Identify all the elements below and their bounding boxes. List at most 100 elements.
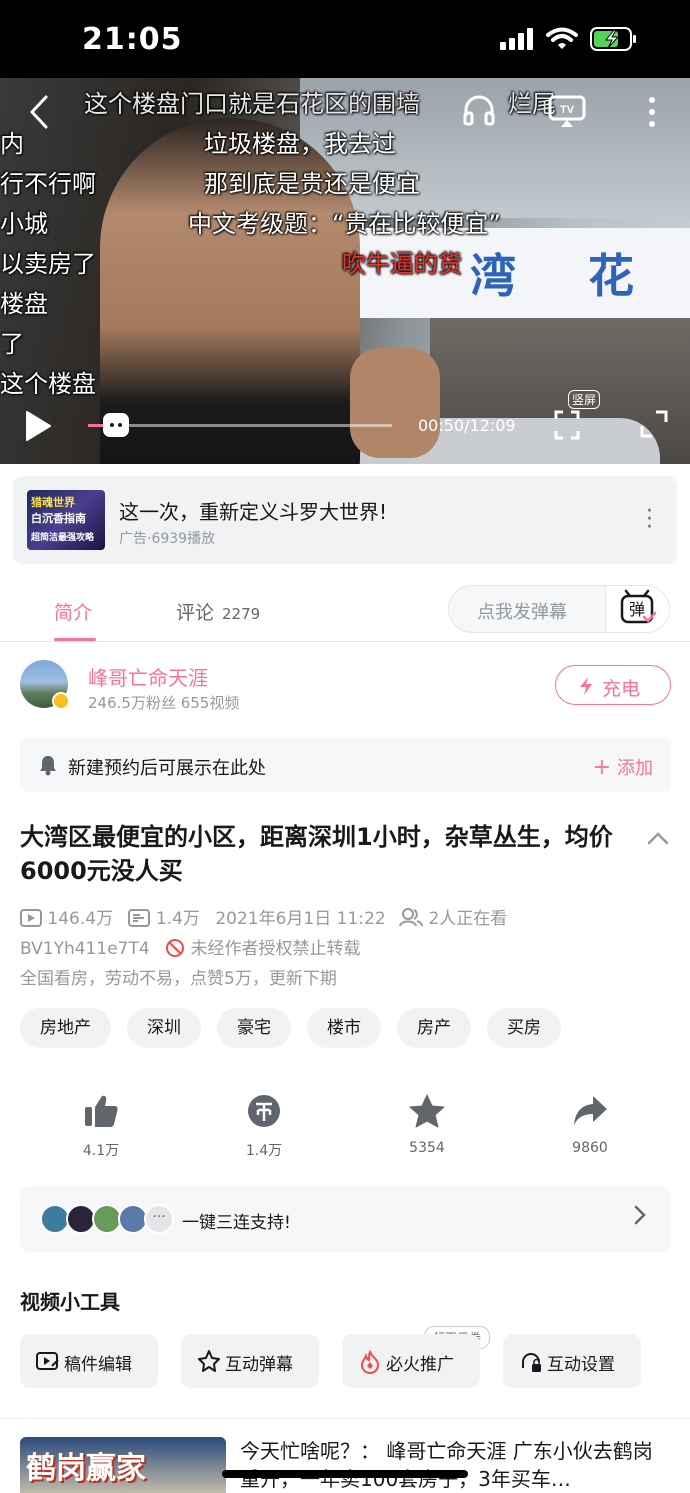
fire-icon — [360, 1350, 380, 1374]
status-time: 21:05 — [82, 22, 183, 57]
send-danmaku-button[interactable]: 点我发弹幕 弹 — [448, 585, 670, 633]
plus-icon: + — [592, 755, 611, 780]
add-label: 添加 — [617, 758, 653, 779]
recommended-thumb-text: 鹤岗赢家 — [26, 1451, 146, 1486]
wifi-icon — [546, 27, 578, 49]
tools-title: 视频小工具 — [20, 1290, 120, 1314]
publish-datetime: 2021年6月1日 11:22 — [215, 909, 386, 929]
coin-button[interactable]: 1.4万 — [214, 1094, 314, 1160]
author-stats: 246.5万粉丝 655视频 — [88, 694, 240, 712]
verified-badge-icon — [52, 692, 70, 710]
more-options-icon[interactable] — [646, 96, 658, 128]
more-avatars-icon: ··· — [144, 1204, 174, 1234]
home-indicator[interactable] — [222, 1470, 468, 1478]
tab-comments-label: 评论 — [176, 602, 215, 624]
danmaku-text: 小城 — [0, 210, 48, 238]
danmaku-toggle-icon[interactable]: 弹 — [605, 586, 669, 632]
tool-label: 稿件编辑 — [64, 1355, 132, 1375]
thumbs-up-icon — [85, 1095, 118, 1127]
tool-promotion[interactable]: 必火推广 — [342, 1334, 480, 1388]
favorite-button[interactable]: 5354 — [377, 1094, 477, 1156]
viewers-icon — [399, 908, 424, 927]
cellular-signal-icon — [500, 28, 533, 50]
tag-item[interactable]: 深圳 — [127, 1008, 201, 1048]
sign-char: 湾 — [470, 249, 516, 303]
favorite-count: 5354 — [409, 1140, 445, 1156]
danmaku-text: 中文考级题：“贵在比较便宜” — [188, 210, 501, 238]
ad-subtitle: 广告·6939播放 — [119, 531, 216, 547]
tab-comments[interactable]: 评论 2279 — [176, 598, 260, 625]
portrait-fullscreen-icon[interactable] — [554, 410, 580, 440]
play-count-icon — [20, 909, 42, 927]
video-meta-line: 146.4万 1.4万 2021年6月1日 11:22 2人正在看 — [20, 904, 507, 929]
charge-label: 充电 — [602, 678, 641, 700]
danmaku-text: 了 — [0, 330, 24, 358]
charge-button[interactable]: 充电 — [555, 665, 671, 705]
danmaku-text: 这个楼盘 — [0, 370, 96, 398]
progress-knob-tv-icon[interactable] — [102, 413, 129, 437]
no-repost-notice: 未经作者授权禁止转载 — [190, 939, 361, 959]
tab-intro[interactable]: 简介 — [54, 598, 92, 625]
danmaku-text: 楼盘 — [0, 290, 48, 318]
comment-count: 2279 — [222, 605, 261, 623]
tag-item[interactable]: 楼市 — [307, 1008, 381, 1048]
coin-icon — [248, 1095, 280, 1127]
active-tab-indicator — [54, 638, 96, 641]
watching-now: 2人正在看 — [428, 909, 508, 929]
reminder-text: 新建预约后可展示在此处 — [68, 758, 266, 779]
author-name[interactable]: 峰哥亡命天涯 — [88, 662, 208, 691]
danmaku-count-icon — [128, 909, 151, 927]
play-count: 146.4万 — [47, 909, 114, 929]
portrait-mode-label[interactable]: 竖屏 — [568, 390, 601, 409]
like-button[interactable]: 4.1万 — [51, 1094, 151, 1160]
tool-edit-submission[interactable]: 稿件编辑 — [20, 1334, 158, 1388]
star-icon — [409, 1094, 445, 1128]
danmaku-placeholder: 点我发弹幕 — [477, 602, 567, 623]
danmaku-text: 这个楼盘门口就是石花区的围墙 — [84, 90, 420, 118]
share-button[interactable]: 9860 — [540, 1094, 640, 1156]
avatar[interactable] — [20, 660, 70, 710]
danmaku-icon-text: 弹 — [629, 600, 645, 619]
danmaku-count: 1.4万 — [155, 909, 200, 929]
sign-char: 花 — [588, 249, 634, 303]
bvid[interactable]: BV1Yh411e7T4 — [20, 939, 150, 959]
danmaku-text: 以卖房了 — [0, 250, 96, 278]
progress-bar[interactable] — [88, 413, 392, 437]
add-reservation-button[interactable]: + 添加 — [593, 754, 653, 780]
settings-lock-icon — [522, 1353, 541, 1372]
danmaku-text: 垃圾楼盘，我去过 — [204, 130, 396, 158]
ad-thumb-text: 猎魂世界 — [31, 496, 75, 509]
collapse-chevron-icon[interactable] — [646, 830, 670, 846]
video-time: 00:50/12:09 — [418, 416, 516, 435]
ad-thumb-text: 超简洁最强攻略 — [31, 533, 95, 543]
fullscreen-icon[interactable] — [640, 410, 668, 438]
back-arrow-icon[interactable] — [28, 94, 50, 130]
cast-tv-icon[interactable]: TV — [548, 94, 586, 128]
video-description: 全国看房，劳动不易，点赞5万，更新下期 — [20, 969, 337, 989]
ad-title: 这一次，重新定义斗罗大世界! — [119, 500, 388, 524]
tag-item[interactable]: 房产 — [397, 1008, 471, 1048]
ad-more-icon[interactable]: · · · — [646, 501, 653, 539]
ad-card[interactable]: 猎魂世界 白沉香指南 超简洁最强攻略 这一次，重新定义斗罗大世界! 广告·693… — [13, 476, 677, 564]
bell-icon — [40, 756, 56, 776]
tag-item[interactable]: 房地产 — [20, 1008, 111, 1048]
tool-interactive-danmaku[interactable]: 互动弹幕 — [181, 1334, 319, 1388]
triple-support-text: 一键三连支持! — [182, 1213, 291, 1233]
reservation-reminder: 新建预约后可展示在此处 + 添加 — [20, 738, 671, 792]
tool-interactive-settings[interactable]: 互动设置 — [503, 1334, 641, 1388]
video-meta-line-2: BV1Yh411e7T4 未经作者授权禁止转载 — [20, 934, 360, 959]
coin-count: 1.4万 — [245, 1143, 283, 1159]
ad-thumb-text: 白沉香指南 — [31, 512, 86, 525]
chevron-right-icon — [634, 1205, 646, 1225]
recommended-video[interactable]: 鹤岗赢家 今天忙啥呢？： 峰哥亡命天涯 广东小伙去鹤岗重开，一年卖100套房子，… — [0, 1418, 690, 1493]
like-count: 4.1万 — [82, 1143, 120, 1159]
tag-item[interactable]: 买房 — [487, 1008, 561, 1048]
tag-item[interactable]: 豪宅 — [217, 1008, 291, 1048]
ad-thumbnail: 猎魂世界 白沉香指南 超简洁最强攻略 — [27, 490, 105, 550]
tool-label: 互动弹幕 — [225, 1355, 293, 1375]
status-bar: 21:05 — [0, 0, 690, 78]
play-icon[interactable] — [24, 410, 52, 442]
danmaku-text: 吹牛逼的货 — [342, 250, 462, 278]
headphones-icon[interactable] — [462, 94, 496, 128]
triple-support-bar[interactable]: ··· 一键三连支持! — [20, 1186, 671, 1252]
